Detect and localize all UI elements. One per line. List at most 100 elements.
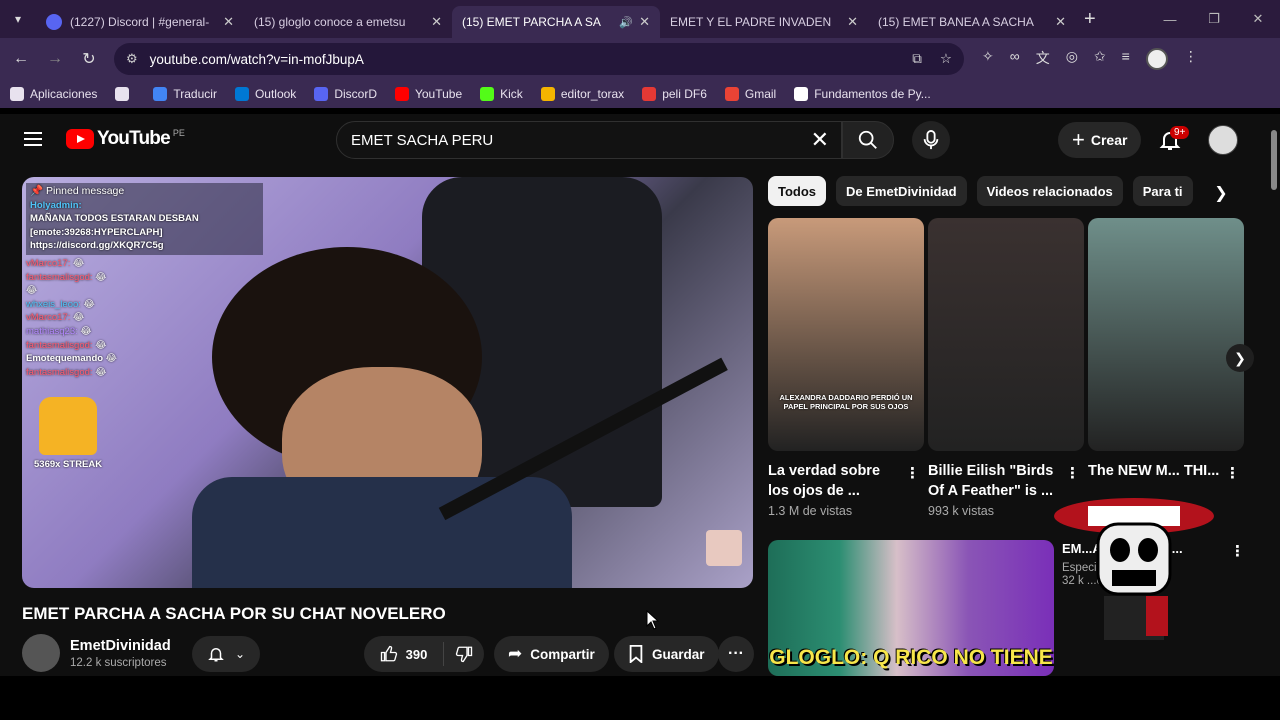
scrollbar-thumb[interactable]: [1271, 130, 1277, 190]
extensions-icon[interactable]: ✧: [982, 48, 994, 70]
close-tab-icon[interactable]: ✕: [431, 14, 442, 30]
browser-tab[interactable]: (15) gloglo conoce a emetsu ✕: [244, 6, 452, 38]
recommended-video-thumbnail[interactable]: GLOGLO: Q RICO NO TIENE: [768, 540, 1054, 676]
profile-avatar[interactable]: [1145, 48, 1168, 70]
browser-menu-icon[interactable]: ⋮: [1184, 48, 1198, 70]
tab-search-icon[interactable]: ▾: [0, 0, 36, 38]
short-card[interactable]: The NEW M... THI... ⋮: [1088, 218, 1244, 484]
bookmark-favicon-icon: [153, 87, 168, 101]
filter-chip[interactable]: De EmetDivinidad: [836, 176, 967, 206]
bookmark-item[interactable]: editor_torax: [540, 87, 625, 101]
chat-user: vMarco17:: [26, 312, 71, 324]
youtube-logo[interactable]: YouTube PE: [66, 128, 185, 150]
save-label: Guardar: [652, 646, 705, 662]
clear-search-icon[interactable]: ✕: [811, 127, 829, 153]
bookmark-item[interactable]: Aplicaciones: [10, 87, 97, 101]
page-scrollbar[interactable]: [1268, 114, 1280, 676]
tab-title: (15) EMET PARCHA A SA: [462, 15, 601, 29]
close-window-icon[interactable]: ✕: [1236, 11, 1280, 27]
youtube-header: YouTube PE EMET SACHA PERU ✕ + Crear 9+: [0, 114, 1268, 166]
share-button[interactable]: ➦ Compartir: [494, 636, 609, 672]
short-title[interactable]: La verdad sobre los ojos de ...: [768, 461, 900, 501]
channel-info: EmetDivinidad 12.2 k suscriptores: [22, 634, 171, 672]
bookmark-item[interactable]: Fundamentos de Py...: [794, 87, 931, 101]
bookmark-label: editor_torax: [560, 87, 625, 101]
recommended-more-icon[interactable]: ⋮: [1230, 542, 1245, 560]
install-app-icon[interactable]: ⧉: [912, 51, 922, 67]
create-button[interactable]: + Crear: [1058, 122, 1142, 158]
video-player[interactable]: 📌 Pinned message Holyadmin: MAÑANA TODOS…: [22, 177, 753, 588]
short-title[interactable]: Billie Eilish "Birds Of A Feather" is ..…: [928, 461, 1060, 501]
chat-user: vMarco17:: [26, 257, 71, 269]
speaker-icon[interactable]: 🔊: [619, 16, 633, 29]
chat-line: fantasmalisgod: 😂: [26, 271, 263, 285]
forward-icon[interactable]: →: [38, 50, 72, 68]
channel-avatar[interactable]: [22, 634, 60, 672]
short-thumbnail[interactable]: ALEXANDRA DADDARIO PERDIÓ UN PAPEL PRINC…: [768, 218, 924, 451]
close-tab-icon[interactable]: ✕: [1055, 14, 1066, 30]
short-more-icon[interactable]: ⋮: [1225, 464, 1240, 482]
short-more-icon[interactable]: ⋮: [905, 464, 920, 482]
media-icon[interactable]: ≡: [1122, 48, 1130, 70]
notification-badge: 9+: [1170, 126, 1190, 139]
back-icon[interactable]: ←: [4, 50, 38, 68]
streamer-vest-image: [192, 477, 572, 588]
bookmark-item[interactable]: peli DF6: [642, 87, 707, 101]
bookmark-star-icon[interactable]: ☆: [940, 51, 952, 67]
bookmark-item[interactable]: Kick: [480, 87, 523, 101]
bookmark-item[interactable]: Traducir: [153, 87, 217, 101]
bookmark-item[interactable]: Outlook: [234, 87, 297, 101]
hamburger-menu-icon[interactable]: [24, 132, 42, 146]
create-label: Crear: [1090, 132, 1128, 148]
dislike-button[interactable]: [444, 645, 484, 663]
chat-line: whxeis_leoo: 😂: [26, 298, 263, 312]
like-button[interactable]: 390: [364, 642, 444, 666]
chips-next-icon[interactable]: ❯: [1206, 178, 1236, 208]
site-info-icon[interactable]: ⚙: [126, 51, 138, 67]
filter-chip[interactable]: Para ti: [1132, 176, 1193, 206]
reload-icon[interactable]: ↻: [72, 49, 106, 69]
browser-tab[interactable]: (15) EMET PARCHA A SA 🔊 ✕: [452, 6, 660, 38]
short-thumbnail[interactable]: [928, 218, 1084, 451]
bookmark-item[interactable]: Gmail: [724, 87, 776, 101]
new-tab-button[interactable]: +: [1084, 8, 1096, 31]
voice-search-button[interactable]: [912, 121, 950, 159]
filter-chip[interactable]: Videos relacionados: [976, 176, 1123, 206]
bookmark-item[interactable]: DiscorD: [314, 87, 377, 101]
bookmark-label: Outlook: [254, 87, 297, 101]
chat-line: mathiasq23: 😂: [26, 325, 263, 339]
minimize-icon[interactable]: —: [1148, 12, 1192, 27]
bookmark-item[interactable]: [115, 87, 135, 101]
favorites-icon[interactable]: ✩: [1094, 48, 1106, 70]
channel-name[interactable]: EmetDivinidad: [70, 638, 171, 654]
search-box[interactable]: EMET SACHA PERU ✕: [336, 121, 842, 159]
omnibox[interactable]: ⚙ youtube.com/watch?v=in-mofJbupA ⧉ ☆: [114, 43, 964, 75]
url-text[interactable]: youtube.com/watch?v=in-mofJbupA: [150, 52, 364, 67]
close-tab-icon[interactable]: ✕: [223, 14, 234, 30]
subscription-bell-button[interactable]: ⌄: [192, 636, 260, 672]
maximize-icon[interactable]: ❐: [1192, 11, 1236, 27]
bookmark-item[interactable]: YouTube: [394, 87, 462, 101]
save-button[interactable]: Guardar: [614, 636, 719, 672]
filter-chip[interactable]: Todos: [768, 176, 827, 206]
browser-tab[interactable]: EMET Y EL PADRE INVADEN ✕: [660, 6, 868, 38]
more-actions-button[interactable]: ···: [718, 636, 754, 672]
emote-icon: 😂: [95, 271, 107, 283]
close-tab-icon[interactable]: ✕: [639, 14, 650, 30]
short-thumbnail[interactable]: [1088, 218, 1244, 451]
translate-icon[interactable]: 文: [1036, 48, 1050, 70]
search-input[interactable]: EMET SACHA PERU: [351, 132, 493, 149]
short-card[interactable]: ALEXANDRA DADDARIO PERDIÓ UN PAPEL PRINC…: [768, 218, 924, 518]
pinned-user: Holyadmin:: [30, 199, 82, 211]
link-icon[interactable]: ∞: [1010, 48, 1020, 70]
bookmark-favicon-icon: [394, 87, 409, 101]
browser-tab[interactable]: (15) EMET BANEA A SACHA ✕: [868, 6, 1076, 38]
streak-overlay: 5369x STREAK: [34, 397, 102, 470]
lens-icon[interactable]: ◎: [1066, 48, 1078, 70]
shorts-next-icon[interactable]: ❯: [1226, 344, 1254, 372]
short-card[interactable]: Billie Eilish "Birds Of A Feather" is ..…: [928, 218, 1084, 518]
close-tab-icon[interactable]: ✕: [847, 14, 858, 30]
account-avatar[interactable]: [1208, 125, 1238, 155]
browser-tab[interactable]: (1227) Discord | #general- ✕: [36, 6, 244, 38]
search-button[interactable]: [842, 121, 894, 159]
